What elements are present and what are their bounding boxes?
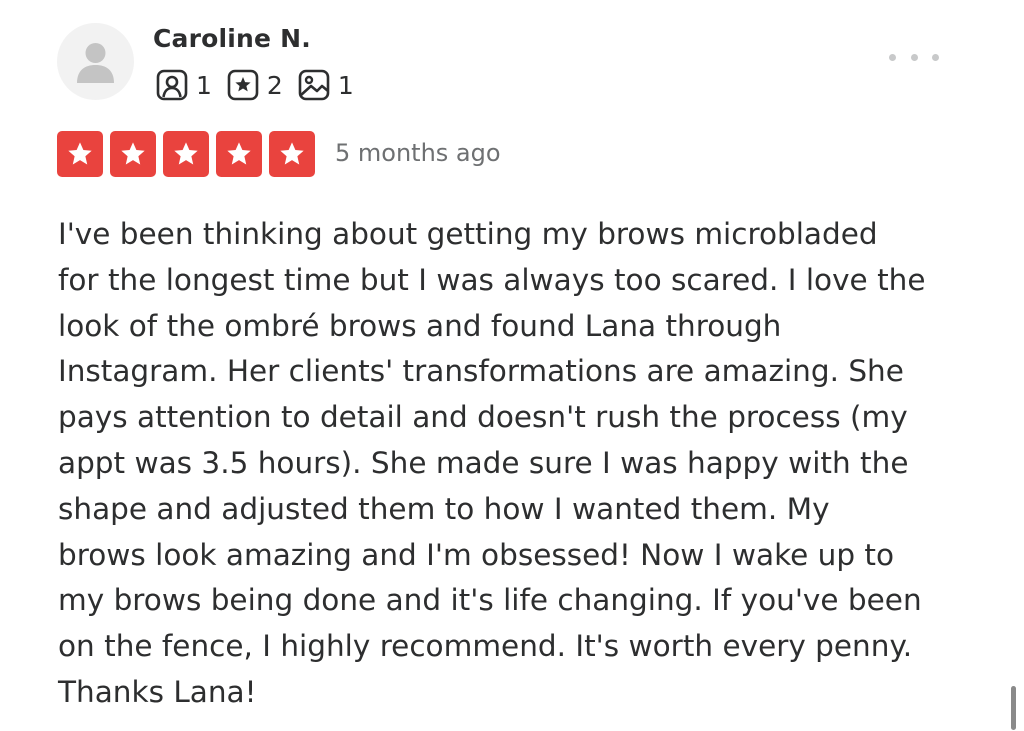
reviewer-name[interactable]: Caroline N.	[153, 24, 311, 53]
friends-stat: 1	[155, 68, 212, 102]
friends-icon	[156, 69, 188, 101]
review-line: for the longest time but I was always to…	[58, 262, 926, 297]
review-line: Thanks Lana!	[58, 674, 257, 709]
photos-stat: 1	[297, 68, 354, 102]
review-line: on the fence, I highly recommend. It's w…	[58, 629, 913, 664]
review-line: appt was 3.5 hours). She made sure I was…	[58, 445, 909, 480]
star-icon	[163, 131, 209, 177]
review-line: pays attention to detail and doesn't rus…	[58, 400, 908, 435]
reviewer-stats: 1 2 1	[155, 68, 368, 102]
review-line: shape and adjusted them to how I wanted …	[58, 491, 830, 526]
reviews-icon	[227, 69, 259, 101]
review-line: Instagram. Her clients' transformations …	[58, 354, 904, 389]
star-icon	[57, 131, 103, 177]
more-options-icon[interactable]	[889, 48, 939, 66]
star-icon	[216, 131, 262, 177]
review-line: brows look amazing and I'm obsessed! Now…	[58, 537, 895, 572]
avatar[interactable]	[57, 23, 134, 100]
review-line: I've been thinking about getting my brow…	[58, 217, 878, 251]
review-text: I've been thinking about getting my brow…	[58, 212, 998, 716]
friends-count: 1	[196, 70, 212, 100]
star-icon	[269, 131, 315, 177]
review-date: 5 months ago	[335, 139, 501, 167]
photos-icon	[298, 69, 330, 101]
more-dot	[889, 53, 896, 61]
review-line: my brows being done and it's life changi…	[58, 583, 922, 618]
scrollbar[interactable]	[1011, 686, 1016, 730]
review-line: look of the ombré brows and found Lana t…	[58, 308, 782, 343]
reviews-stat: 2	[226, 68, 283, 102]
more-dot	[910, 53, 918, 61]
photos-count: 1	[337, 70, 354, 100]
more-dot	[932, 53, 939, 61]
star-rating	[57, 131, 315, 177]
reviews-count: 2	[266, 70, 283, 100]
user-silhouette-icon	[77, 43, 114, 83]
star-icon	[110, 131, 156, 177]
